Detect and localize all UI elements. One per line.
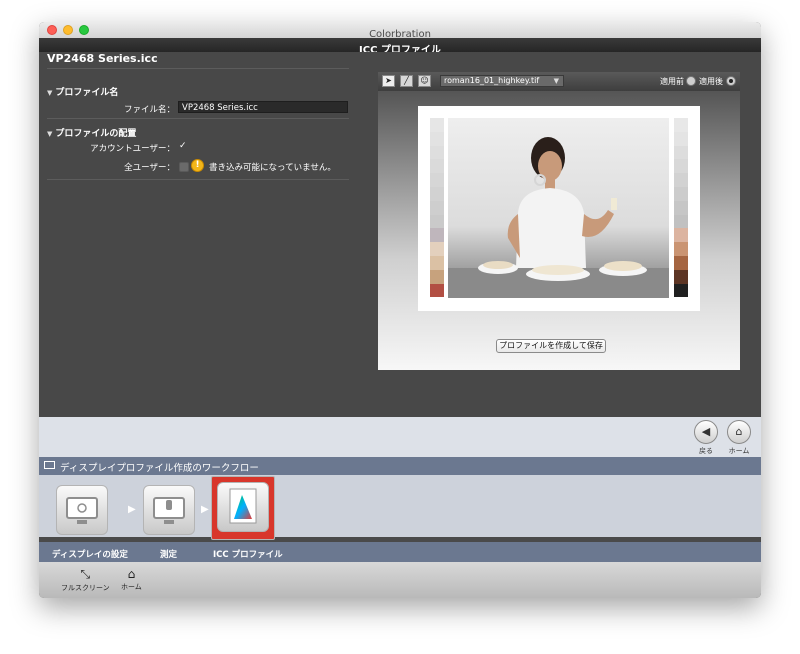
color-swatch <box>430 269 444 284</box>
navigation-bar: ◀ 戻る ⌂ ホーム <box>39 417 761 457</box>
color-swatch <box>430 186 444 201</box>
after-radio[interactable] <box>726 76 736 86</box>
back-label: 戻る <box>699 447 713 455</box>
create-and-save-profile-button[interactable]: プロファイルを作成して保存 <box>496 339 606 353</box>
color-swatch <box>430 228 444 243</box>
title-bar: Colorbration <box>39 22 761 40</box>
home-icon: ⌂ <box>127 567 136 581</box>
app-window: Colorbration ICC プロファイル VP2468 Series.ic… <box>39 22 761 598</box>
color-swatch <box>430 173 444 187</box>
color-swatch <box>674 200 688 215</box>
icc-profile-icon <box>229 488 257 524</box>
bottom-toolbar: ⤡ フルスクリーン ⌂ ホーム <box>39 562 761 598</box>
divider <box>47 118 349 119</box>
back-button[interactable]: ◀ <box>694 420 718 444</box>
section-profile-name[interactable]: ▼ プロファイル名 <box>47 85 118 98</box>
all-users-label: 全ユーザー： <box>124 163 175 173</box>
color-swatch <box>674 242 688 256</box>
workflow-header: ディスプレイプロファイル作成のワークフロー <box>39 457 761 475</box>
all-users-warning: 書き込み可能になっていません。 <box>209 163 336 173</box>
warning-icon: ! <box>191 159 204 172</box>
color-swatches-right <box>674 118 688 298</box>
color-swatch <box>430 242 444 256</box>
color-swatch <box>674 283 688 298</box>
color-swatch <box>674 118 688 132</box>
measure-monitor-icon <box>153 497 185 524</box>
color-swatch <box>430 200 444 215</box>
close-window-button[interactable] <box>47 25 57 35</box>
section-label: プロファイルの配置 <box>55 129 137 139</box>
curve-tool-icon[interactable]: ╱ <box>400 75 413 87</box>
workflow-steps: ▶ ▶ <box>39 475 761 540</box>
home-label: ホーム <box>728 447 750 455</box>
color-swatch <box>674 255 688 270</box>
divider <box>47 68 349 69</box>
disclosure-triangle-icon[interactable]: ▼ <box>47 130 52 138</box>
image-select-value: roman16_01_highkey.tif <box>444 76 540 85</box>
filename-field[interactable]: VP2468 Series.icc <box>178 101 348 113</box>
workflow-arrow-icon: ▶ <box>201 504 209 515</box>
chevron-down-icon: ▼ <box>553 77 559 85</box>
color-swatch <box>674 228 688 243</box>
sample-image-frame <box>418 106 700 311</box>
home-button[interactable]: ⌂ <box>727 420 751 444</box>
sample-photo-illustration <box>448 137 669 298</box>
disclosure-triangle-icon[interactable]: ▼ <box>47 89 52 97</box>
color-swatch <box>430 283 444 298</box>
fullscreen-label: フルスクリーン <box>61 584 110 592</box>
home-toolbar-label: ホーム <box>121 583 142 591</box>
color-swatch <box>430 214 444 229</box>
fullscreen-icon: ⤡ <box>80 567 91 581</box>
color-swatch <box>430 145 444 160</box>
traffic-lights <box>47 25 89 35</box>
person-tool-icon[interactable]: ☺ <box>418 75 431 87</box>
section-profile-placement[interactable]: ▼ プロファイルの配置 <box>47 126 136 139</box>
pointer-tool-icon[interactable]: ➤ <box>382 75 395 87</box>
preview-panel: ➤ ╱ ☺ roman16_01_highkey.tif ▼ 適用前 適用後 プ… <box>378 72 740 370</box>
color-swatch <box>674 214 688 229</box>
workflow-title: ディスプレイプロファイル作成のワークフロー <box>60 463 259 474</box>
image-select[interactable]: roman16_01_highkey.tif ▼ <box>440 75 564 87</box>
step-label: ディスプレイの設定 <box>52 550 128 560</box>
color-swatch <box>430 131 444 146</box>
color-swatch <box>430 118 444 132</box>
color-swatch <box>674 145 688 160</box>
step-icc-profile[interactable] <box>217 482 269 532</box>
color-swatch <box>674 186 688 201</box>
account-user-label: アカウントユーザー： <box>90 144 175 154</box>
home-toolbar-button[interactable]: ⌂ ホーム <box>121 567 142 592</box>
after-label: 適用後 <box>699 77 723 86</box>
filename-label: ファイル名： <box>123 105 175 115</box>
all-users-checkbox[interactable] <box>179 162 189 172</box>
profile-heading: VP2468 Series.icc <box>47 52 158 65</box>
color-swatch <box>674 131 688 146</box>
step-label: 測定 <box>160 550 178 560</box>
account-user-checkbox[interactable]: ✓ <box>179 142 188 151</box>
fullscreen-button[interactable]: ⤡ フルスクリーン <box>61 567 110 593</box>
step-display-settings[interactable] <box>56 485 108 535</box>
display-icon <box>44 461 55 469</box>
color-swatch <box>674 269 688 284</box>
before-label: 適用前 <box>660 77 684 86</box>
page-header: ICC プロファイル <box>39 38 761 56</box>
monitor-settings-icon <box>66 497 98 524</box>
divider <box>47 179 349 180</box>
workflow-arrow-icon: ▶ <box>128 504 136 515</box>
color-swatch <box>674 159 688 174</box>
preview-body: プロファイルを作成して保存 <box>378 91 740 370</box>
workflow-labels: ディスプレイの設定 測定 ICC プロファイル <box>39 542 761 562</box>
color-swatch <box>430 159 444 174</box>
color-swatches-left <box>430 118 444 298</box>
before-radio[interactable] <box>686 76 696 86</box>
color-swatch <box>430 255 444 270</box>
sample-photo <box>448 118 669 298</box>
zoom-window-button[interactable] <box>79 25 89 35</box>
minimize-window-button[interactable] <box>63 25 73 35</box>
section-label: プロファイル名 <box>55 88 119 98</box>
step-measurement[interactable] <box>143 485 195 535</box>
color-swatch <box>674 173 688 187</box>
preview-toolbar: ➤ ╱ ☺ roman16_01_highkey.tif ▼ 適用前 適用後 <box>378 72 740 91</box>
step-label: ICC プロファイル <box>213 550 283 560</box>
